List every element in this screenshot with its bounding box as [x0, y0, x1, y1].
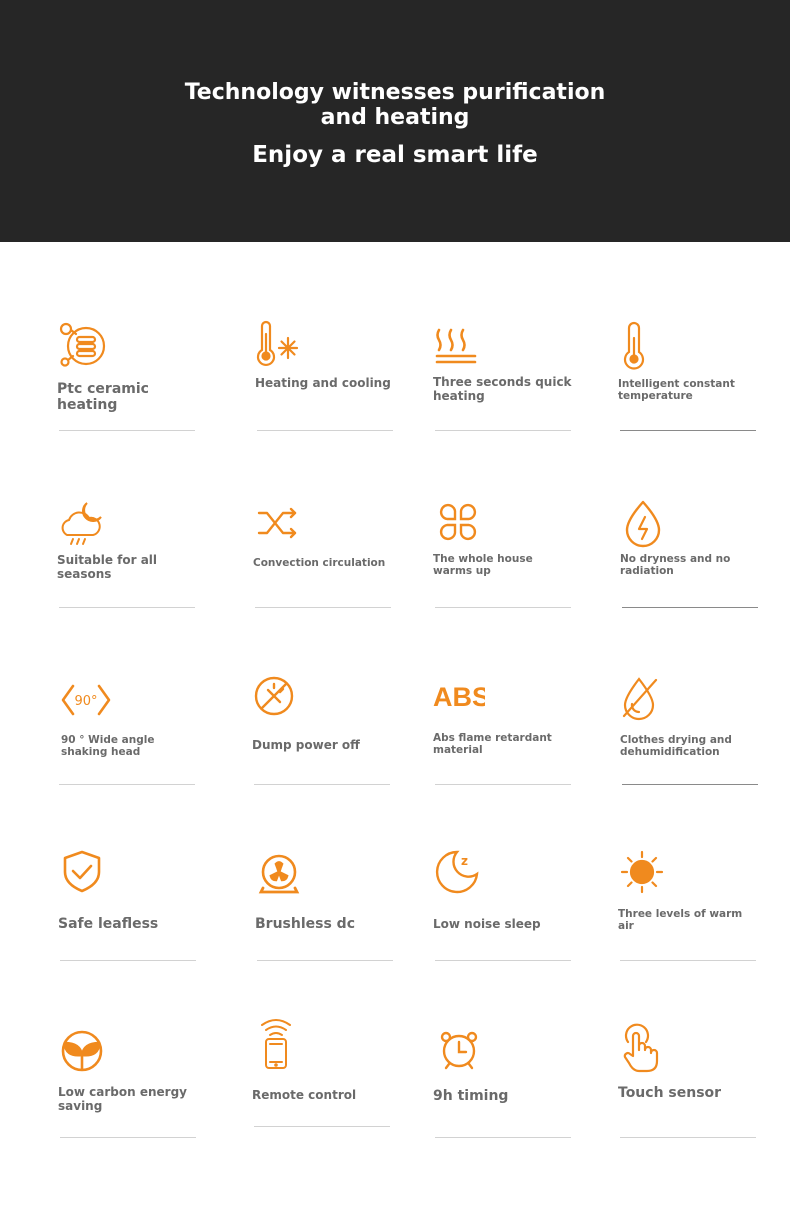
feature-quick-heating: Three seconds quick heating [433, 320, 573, 440]
tip-over-switch-icon [252, 674, 304, 726]
phone-remote-icon [252, 1017, 304, 1069]
divider [60, 960, 196, 961]
shuffle-arrows-icon [253, 497, 305, 549]
feature-label: 9h timing [433, 1088, 509, 1104]
svg-text:90°: 90° [74, 694, 97, 709]
no-humidity-drop-icon [620, 674, 672, 726]
divider [435, 784, 571, 785]
divider [254, 784, 390, 785]
divider [59, 607, 195, 608]
feature-9h-timing: 9h timing [433, 1027, 573, 1147]
heat-waves-icon [433, 320, 485, 372]
feature-label: Ptc ceramic heating [57, 381, 149, 413]
feature-low-noise-sleep: z Low noise sleep [433, 850, 573, 970]
divider [435, 430, 571, 431]
feature-safe-leafless: Safe leafless [58, 850, 198, 970]
divider [254, 1126, 390, 1127]
feature-constant-temp: Intelligent constant temperature [618, 320, 758, 440]
divider [620, 960, 756, 961]
feature-ptc-heating: Ptc ceramic heating [57, 320, 197, 440]
droplet-lightning-icon [620, 497, 672, 549]
abs-text-icon: ABS [433, 674, 485, 726]
feature-heating-cooling: Heating and cooling [255, 320, 395, 440]
feature-touch-sensor: Touch sensor [618, 1022, 758, 1142]
divider [59, 784, 195, 785]
eco-leaf-icon [58, 1027, 110, 1079]
feature-label: Safe leafless [58, 916, 159, 932]
sun-icon [618, 850, 670, 902]
moon-sleep-icon: z [433, 850, 485, 902]
feature-remote-control: Remote control [252, 1017, 392, 1137]
abs-icon-text: ABS [433, 682, 485, 712]
divider [620, 1137, 756, 1138]
alarm-clock-icon [433, 1027, 485, 1079]
four-petal-icon [433, 497, 485, 549]
sleep-z-text: z [461, 854, 468, 868]
feature-warm-air-levels: Three levels of warm air [618, 850, 758, 970]
feature-label: Low noise sleep [433, 917, 541, 931]
feature-label: Suitable for all seasons [57, 553, 158, 581]
feature-grid: Ptc ceramic heating Heating and cooling [0, 242, 790, 1226]
angle-90-icon: 90° [61, 674, 113, 726]
divider [59, 430, 195, 431]
divider [622, 607, 758, 608]
feature-wide-angle: 90° 90 ° Wide angle shaking head [59, 674, 201, 794]
shield-check-icon [58, 850, 110, 902]
feature-label: Three seconds quick heating [433, 375, 572, 403]
feature-abs-material: ABS Abs flame retardant material [433, 674, 573, 794]
feature-label: Clothes drying and dehumidification [620, 734, 732, 758]
weather-cloud-icon [57, 497, 109, 549]
feature-all-seasons: Suitable for all seasons [57, 497, 197, 617]
divider [255, 607, 391, 608]
divider [620, 430, 756, 431]
hero-title: Technology witnesses purification and he… [184, 80, 606, 130]
feature-label: Low carbon energy saving [58, 1085, 187, 1113]
feature-whole-house: The whole house warms up [433, 497, 573, 617]
feature-label: Heating and cooling [255, 376, 391, 390]
divider [435, 607, 571, 608]
thermometer-snowflake-icon [255, 320, 307, 372]
divider [622, 784, 758, 785]
feature-no-dryness: No dryness and no radiation [620, 497, 760, 617]
feature-label: Convection circulation [253, 557, 386, 569]
divider [435, 1137, 571, 1138]
thermometer-icon [618, 320, 670, 372]
feature-label: Remote control [252, 1088, 357, 1102]
fan-motor-icon [255, 850, 307, 902]
ptc-heater-icon [57, 320, 109, 372]
feature-label: Brushless dc [255, 916, 355, 932]
feature-label: Intelligent constant temperature [618, 378, 735, 402]
feature-label: Abs flame retardant material [433, 732, 552, 756]
feature-label: No dryness and no radiation [620, 553, 731, 577]
hero-banner: Technology witnesses purification and he… [0, 0, 790, 242]
feature-label: Three levels of warm air [618, 908, 743, 932]
feature-dump-power-off: Dump power off [252, 674, 392, 794]
divider [257, 430, 393, 431]
feature-energy-saving: Low carbon energy saving [58, 1027, 198, 1147]
feature-label: Dump power off [252, 738, 360, 752]
hero-subtitle: Enjoy a real smart life [252, 142, 538, 168]
divider [435, 960, 571, 961]
feature-convection: Convection circulation [253, 497, 393, 617]
divider [257, 960, 393, 961]
feature-label: Touch sensor [618, 1085, 722, 1101]
feature-brushless-dc: Brushless dc [255, 850, 395, 970]
feature-dehumidification: Clothes drying and dehumidification [620, 674, 760, 794]
feature-label: The whole house warms up [433, 553, 533, 577]
touch-finger-icon [618, 1022, 670, 1074]
feature-label: 90 ° Wide angle shaking head [61, 734, 155, 758]
divider [60, 1137, 196, 1138]
